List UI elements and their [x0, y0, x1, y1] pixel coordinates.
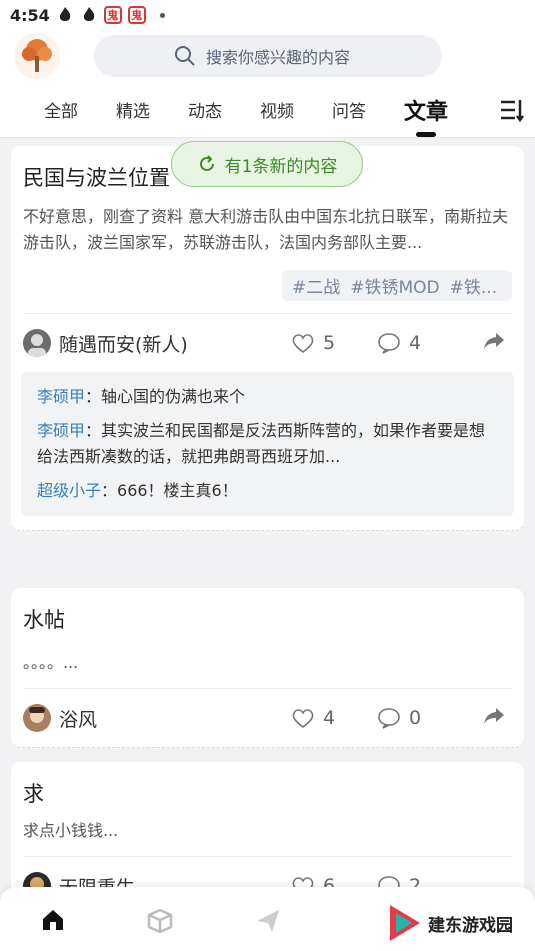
avatar[interactable]	[23, 329, 51, 357]
comment-icon	[378, 708, 400, 729]
post-title[interactable]: 求	[11, 762, 524, 808]
commenter-name[interactable]: 超级小子	[37, 481, 101, 500]
bottom-nav: 建东游戏园	[0, 887, 535, 951]
tab-articles[interactable]: 文章	[404, 94, 448, 126]
fire-icon	[56, 6, 74, 24]
toast-text: 有1条新的内容	[224, 156, 338, 177]
comment-row[interactable]: 李硕甲：其实波兰和民国都是反法西斯阵营的，如果作者要是想给法西斯凑数的话，就把弗…	[37, 418, 498, 470]
post-meta: 浴风 4 0	[11, 689, 524, 747]
tab-menu-icon[interactable]	[499, 98, 525, 126]
post-meta: 随遇而安(新人) 5 4	[11, 314, 524, 372]
post-title[interactable]: 水帖	[11, 588, 524, 634]
username[interactable]: 浴风	[59, 705, 97, 732]
comment-button[interactable]: 4	[377, 332, 421, 354]
comment-preview[interactable]: 李硕甲：轴心国的伪满也来个 李硕甲：其实波兰和民国都是反法西斯阵营的，如果作者要…	[21, 372, 514, 516]
app-badge-icon: 鬼	[103, 6, 122, 24]
comment-count: 0	[409, 707, 422, 729]
status-bar: 4:54 鬼 鬼	[0, 0, 535, 30]
comment-row[interactable]: 超级小子：666！楼主真6！	[37, 478, 498, 504]
watermark-logo: 建东游戏园	[388, 903, 513, 943]
fire-icon	[80, 6, 98, 24]
tab-featured[interactable]: 精选	[116, 97, 150, 122]
search-placeholder: 搜索你感兴趣的内容	[206, 48, 351, 67]
post-excerpt[interactable]: 。。。。...	[11, 634, 524, 676]
tab-all[interactable]: 全部	[44, 97, 78, 122]
tab-video[interactable]: 视频	[260, 97, 294, 122]
like-count: 4	[323, 707, 336, 729]
share-icon[interactable]	[482, 331, 506, 355]
comment-text: ：轴心国的伪满也来个	[85, 387, 246, 406]
post-excerpt[interactable]: 求点小钱钱...	[11, 808, 524, 844]
top-header: 搜索你感兴趣的内容	[0, 30, 535, 82]
new-content-toast[interactable]: 有1条新的内容	[171, 141, 363, 187]
watermark-text: 建东游戏园	[428, 915, 513, 936]
tree-icon	[22, 39, 52, 72]
post-excerpt[interactable]: 不好意思，刚查了资料 意大利游击队由中国东北抗日联军，南斯拉夫游击队，波兰国家军…	[11, 192, 524, 256]
category-tabs: 全部 精选 动态 视频 问答 文章	[0, 82, 535, 138]
like-button[interactable]: 4	[291, 707, 335, 729]
box-icon[interactable]	[146, 907, 174, 939]
comment-text: ：其实波兰和民国都是反法西斯阵营的，如果作者要是想给法西斯凑数的话，就把弗朗哥西…	[37, 421, 486, 466]
tab-qa[interactable]: 问答	[332, 97, 366, 122]
like-button[interactable]: 5	[291, 332, 335, 354]
search-icon	[175, 46, 195, 66]
commenter-name[interactable]: 李硕甲	[37, 387, 85, 406]
refresh-icon	[199, 155, 214, 171]
comment-text: ：666！楼主真6！	[101, 481, 238, 500]
post-card[interactable]: 水帖 。。。。... 浴风 4 0	[11, 588, 524, 748]
app-badge-icon: 鬼	[127, 6, 146, 24]
tag[interactable]: #铁锈MOD	[350, 273, 439, 298]
search-input[interactable]: 搜索你感兴趣的内容	[94, 35, 442, 77]
home-icon[interactable]	[40, 907, 66, 937]
comment-icon	[378, 333, 400, 354]
avatar[interactable]	[23, 704, 51, 732]
notification-dot-icon	[159, 12, 165, 18]
status-time: 4:54	[10, 5, 50, 25]
like-count: 5	[323, 332, 336, 354]
comment-button[interactable]: 0	[377, 707, 421, 729]
share-icon[interactable]	[482, 706, 506, 730]
post-tags: #二战 #铁锈MOD #铁...	[11, 256, 524, 301]
heart-icon	[292, 709, 314, 729]
comment-row[interactable]: 李硕甲：轴心国的伪满也来个	[37, 384, 498, 410]
watermark-play-icon	[390, 905, 420, 941]
tree-logo-avatar[interactable]	[14, 33, 60, 79]
tab-feed[interactable]: 动态	[188, 97, 222, 122]
send-icon[interactable]	[254, 907, 282, 939]
heart-icon	[292, 334, 314, 354]
username[interactable]: 随遇而安(新人)	[59, 330, 188, 357]
tag[interactable]: #二战	[292, 273, 340, 298]
post-card[interactable]: 民国与波兰位置 不好意思，刚查了资料 意大利游击队由中国东北抗日联军，南斯拉夫游…	[11, 146, 524, 531]
commenter-name[interactable]: 李硕甲	[37, 421, 85, 440]
comment-count: 4	[409, 332, 422, 354]
tag[interactable]: #铁...	[450, 273, 497, 298]
